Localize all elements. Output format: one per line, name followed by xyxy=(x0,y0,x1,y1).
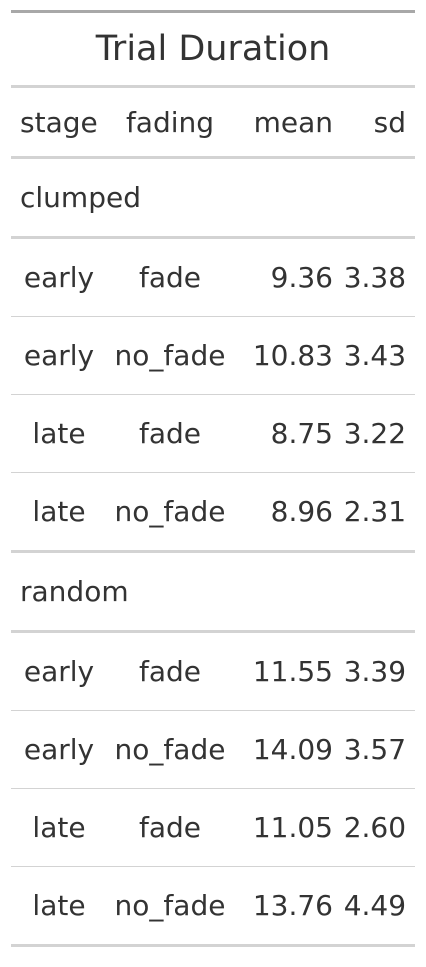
cell-sd: 2.31 xyxy=(339,472,416,553)
summary-table-container: Trial Duration stage fading mean sd clum… xyxy=(11,10,416,947)
group-row-random: random xyxy=(11,551,416,633)
cell-fading: no_fade xyxy=(107,472,233,553)
cell-fading: fade xyxy=(107,631,233,711)
cell-sd: 3.39 xyxy=(339,631,416,711)
cell-mean: 8.75 xyxy=(233,394,339,473)
cell-fading: fade xyxy=(107,788,233,867)
cell-sd: 3.57 xyxy=(339,710,416,789)
table-row: early no_fade 10.83 3.43 xyxy=(11,316,416,395)
column-header-stage: stage xyxy=(11,86,107,159)
cell-stage: early xyxy=(11,237,107,317)
cell-fading: no_fade xyxy=(107,710,233,789)
summary-table: Trial Duration stage fading mean sd clum… xyxy=(11,10,416,947)
cell-mean: 11.55 xyxy=(233,631,339,711)
table-row: late no_fade 13.76 4.49 xyxy=(11,866,416,947)
cell-stage: late xyxy=(11,394,107,473)
cell-stage: early xyxy=(11,631,107,711)
cell-mean: 11.05 xyxy=(233,788,339,867)
cell-stage: late xyxy=(11,472,107,553)
column-header-sd: sd xyxy=(339,86,416,159)
column-header-fading: fading xyxy=(107,86,233,159)
cell-sd: 2.60 xyxy=(339,788,416,867)
cell-sd: 4.49 xyxy=(339,866,416,947)
cell-sd: 3.38 xyxy=(339,237,416,317)
cell-fading: no_fade xyxy=(107,866,233,947)
table-row: early no_fade 14.09 3.57 xyxy=(11,710,416,789)
table-title: Trial Duration xyxy=(11,10,416,88)
cell-stage: early xyxy=(11,316,107,395)
table-row: early fade 9.36 3.38 xyxy=(11,237,416,317)
table-row: late no_fade 8.96 2.31 xyxy=(11,472,416,553)
cell-mean: 8.96 xyxy=(233,472,339,553)
cell-mean: 13.76 xyxy=(233,866,339,947)
column-header-mean: mean xyxy=(233,86,339,159)
group-label: clumped xyxy=(11,157,416,239)
group-row-clumped: clumped xyxy=(11,157,416,239)
column-header-row: stage fading mean sd xyxy=(11,86,416,159)
cell-fading: fade xyxy=(107,237,233,317)
table-title-row: Trial Duration xyxy=(11,10,416,88)
cell-fading: no_fade xyxy=(107,316,233,395)
cell-stage: late xyxy=(11,788,107,867)
cell-mean: 14.09 xyxy=(233,710,339,789)
cell-sd: 3.43 xyxy=(339,316,416,395)
cell-stage: early xyxy=(11,710,107,789)
cell-sd: 3.22 xyxy=(339,394,416,473)
cell-mean: 9.36 xyxy=(233,237,339,317)
group-label: random xyxy=(11,551,416,633)
cell-stage: late xyxy=(11,866,107,947)
cell-fading: fade xyxy=(107,394,233,473)
cell-mean: 10.83 xyxy=(233,316,339,395)
table-row: late fade 11.05 2.60 xyxy=(11,788,416,867)
table-row: early fade 11.55 3.39 xyxy=(11,631,416,711)
table-row: late fade 8.75 3.22 xyxy=(11,394,416,473)
